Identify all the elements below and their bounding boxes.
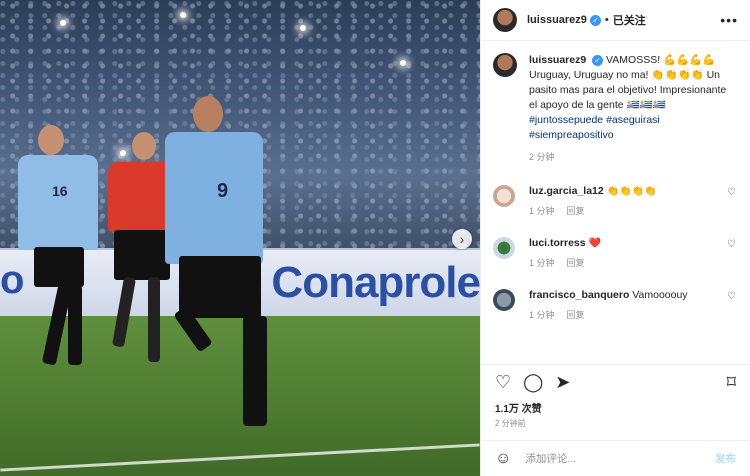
header-username[interactable]: luissuarez9 bbox=[527, 14, 587, 26]
like-count[interactable]: 1.1万 次赞 bbox=[481, 400, 750, 418]
comment-time: 1 分钟 bbox=[529, 310, 555, 320]
instagram-post: o Conaprole 16 9 › luissuarez9 ✓ • 已关注 •… bbox=[0, 0, 750, 476]
reply-button[interactable]: 回复 bbox=[567, 258, 585, 268]
comment-item: luz.garcia_la12 👏👏👏👏 1 分钟 回复 ♡ bbox=[493, 185, 736, 217]
verified-badge-icon: ✓ bbox=[592, 55, 604, 66]
comment-text: 👏👏👏👏 bbox=[606, 186, 657, 197]
comment-item: francisco_banquero Vamoooouy 1 分钟 回复 ♡ bbox=[493, 289, 736, 321]
post-sidebar: luissuarez9 ✓ • 已关注 ••• luissuarez9 ✓ VA… bbox=[480, 0, 750, 476]
caption-body: luissuarez9 ✓ VAMOSSS! 💪💪💪💪 Uruguay, Uru… bbox=[529, 53, 736, 165]
comments-section: luissuarez9 ✓ VAMOSSS! 💪💪💪💪 Uruguay, Uru… bbox=[481, 41, 750, 364]
post-photo[interactable]: o Conaprole 16 9 › bbox=[0, 0, 480, 476]
smile-icon[interactable]: ☺ bbox=[495, 450, 511, 468]
follow-status-button[interactable]: 已关注 bbox=[613, 12, 646, 28]
teammate-number: 16 bbox=[52, 183, 68, 199]
bookmark-icon[interactable]: ⌑ bbox=[727, 372, 736, 393]
stadium-light bbox=[300, 25, 306, 31]
heart-icon[interactable]: ♡ bbox=[495, 372, 511, 393]
comment-text: Vamoooouy bbox=[632, 289, 688, 301]
avatar[interactable] bbox=[493, 237, 515, 259]
avatar[interactable] bbox=[493, 289, 515, 311]
caption-time: 2 分钟 bbox=[529, 152, 555, 162]
reply-button[interactable]: 回复 bbox=[567, 310, 585, 320]
more-icon[interactable]: ••• bbox=[720, 12, 738, 28]
caption: luissuarez9 ✓ VAMOSSS! 💪💪💪💪 Uruguay, Uru… bbox=[493, 53, 736, 165]
avatar[interactable] bbox=[493, 185, 515, 207]
comment-time: 1 分钟 bbox=[529, 258, 555, 268]
caption-username[interactable]: luissuarez9 bbox=[529, 54, 586, 66]
avatar[interactable] bbox=[493, 53, 517, 77]
add-comment-bar: ☺ 添加评论... 发布 bbox=[481, 440, 750, 476]
post-time: 2 分钟前 bbox=[495, 419, 526, 428]
share-icon[interactable]: ➤ bbox=[555, 372, 570, 393]
stadium-light bbox=[60, 20, 66, 26]
post-button[interactable]: 发布 bbox=[715, 451, 736, 466]
verified-badge-icon: ✓ bbox=[589, 14, 601, 26]
heart-icon[interactable]: ♡ bbox=[727, 291, 736, 302]
next-arrow-icon[interactable]: › bbox=[452, 229, 472, 249]
stadium-light bbox=[180, 12, 186, 18]
comment-icon[interactable]: ◯ bbox=[523, 372, 543, 393]
heart-icon[interactable]: ♡ bbox=[727, 239, 736, 250]
comment-time: 1 分钟 bbox=[529, 206, 555, 216]
ad-text-left: o bbox=[0, 258, 24, 302]
caption-hashtags[interactable]: #juntossepuede #aseguirasi #siempreaposi… bbox=[529, 114, 660, 141]
stadium-light bbox=[400, 60, 406, 66]
reply-button[interactable]: 回复 bbox=[567, 206, 585, 216]
action-bar: ♡ ◯ ➤ ⌑ bbox=[481, 364, 750, 400]
shirt-number: 9 bbox=[217, 180, 229, 202]
separator-dot: • bbox=[604, 14, 609, 26]
stadium-light bbox=[120, 150, 126, 156]
pitch-line bbox=[0, 443, 480, 472]
ad-text: Conaprole bbox=[271, 258, 480, 307]
post-header: luissuarez9 ✓ • 已关注 ••• bbox=[481, 0, 750, 41]
heart-icon[interactable]: ♡ bbox=[727, 187, 736, 198]
comment-text: ❤️ bbox=[588, 238, 601, 249]
comment-username[interactable]: francisco_banquero bbox=[529, 289, 629, 301]
avatar[interactable] bbox=[493, 8, 517, 32]
comment-username[interactable]: luci.torress bbox=[529, 237, 586, 249]
comment-input[interactable]: 添加评论... bbox=[525, 451, 576, 466]
comment-username[interactable]: luz.garcia_la12 bbox=[529, 185, 604, 197]
comment-item: luci.torress ❤️ 1 分钟 回复 ♡ bbox=[493, 237, 736, 269]
